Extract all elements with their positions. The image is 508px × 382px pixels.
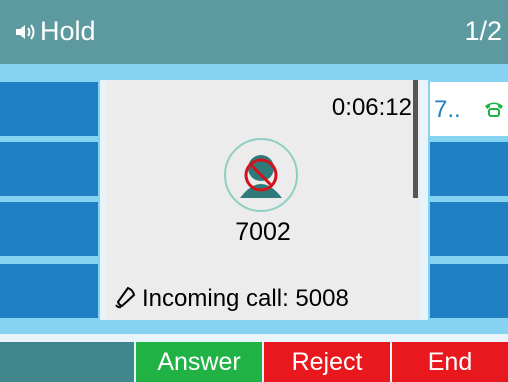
phone-icon: [485, 102, 503, 117]
line-key-left-1[interactable]: [0, 82, 98, 136]
page-indicator: 1/2: [464, 16, 502, 46]
line-key-right-4[interactable]: [430, 264, 508, 318]
line-key-right-1-label: 7..: [434, 96, 461, 123]
scrollbar[interactable]: [413, 80, 418, 198]
contact-avatar: [224, 138, 298, 212]
softkey-blank[interactable]: [0, 342, 134, 382]
line-key-left-3[interactable]: [0, 202, 98, 256]
top-strip: [0, 64, 508, 80]
softkey-bar: Answer Reject End: [0, 334, 508, 382]
line-key-right-3[interactable]: [430, 202, 508, 256]
status-title: Hold: [40, 16, 96, 46]
bell-icon: [115, 286, 136, 309]
line-key-right-2[interactable]: [430, 142, 508, 196]
call-panel: 0:06:12 7002 Incoming call: 5008: [106, 80, 420, 320]
reject-button[interactable]: Reject: [264, 342, 390, 382]
answer-button[interactable]: Answer: [136, 342, 262, 382]
call-duration: 0:06:12: [331, 94, 412, 121]
muted-contact-icon: [240, 155, 282, 198]
incoming-call-text: Incoming call: 5008: [142, 285, 349, 312]
incoming-call-notice: Incoming call: 5008: [114, 285, 349, 313]
line-key-left-4[interactable]: [0, 264, 98, 318]
line-key-left-2[interactable]: [0, 142, 98, 196]
caller-number: 7002: [235, 218, 291, 246]
status-bar: Hold 1/2: [0, 0, 508, 64]
end-button[interactable]: End: [392, 342, 508, 382]
bottom-strip: [0, 320, 508, 334]
speaker-icon: [16, 24, 35, 40]
